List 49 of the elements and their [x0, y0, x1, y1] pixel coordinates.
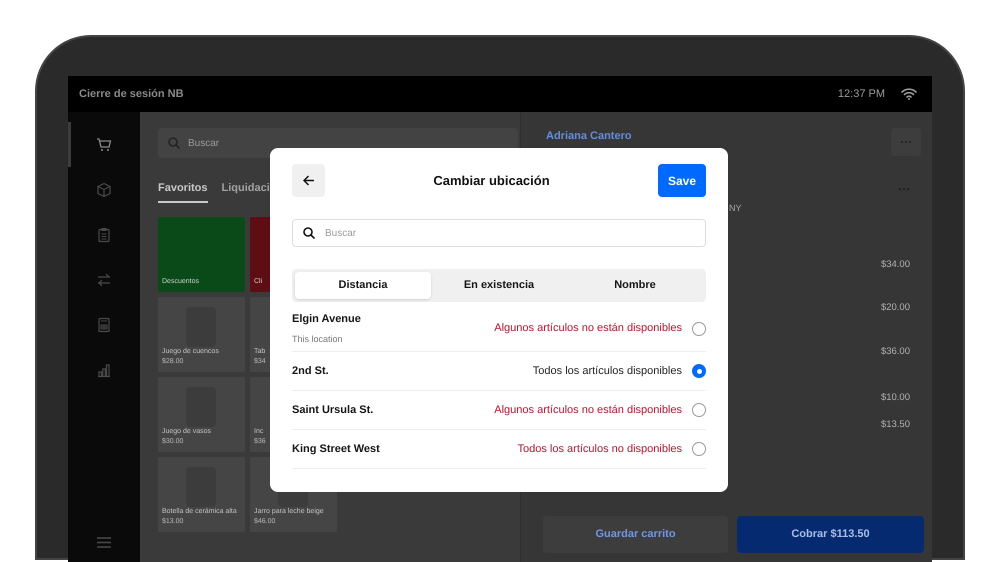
app-title: Cierre de sesión NB — [79, 86, 184, 102]
menu-icon[interactable] — [97, 537, 111, 548]
clipboard-icon — [96, 226, 112, 242]
back-button[interactable] — [292, 164, 325, 197]
dialog-title: Cambiar ubicación — [433, 172, 550, 190]
line-price: $20.00 — [880, 301, 910, 315]
availability-text: Todos los artículos no disponibles — [518, 442, 682, 457]
radio-button[interactable] — [692, 322, 706, 336]
segment-tab[interactable]: En existencia — [431, 272, 567, 299]
charge-button[interactable]: Cobrar $113.50 — [737, 516, 924, 553]
arrows-icon — [96, 272, 112, 288]
search-placeholder: Buscar — [325, 226, 356, 240]
location-name: 2nd St. — [292, 364, 329, 379]
wifi-icon — [901, 88, 917, 100]
search-icon — [168, 137, 180, 149]
location-row[interactable]: 2nd St. Todos los artículos disponibles — [292, 352, 706, 391]
segment-tab[interactable]: Distancia — [295, 272, 431, 299]
save-button[interactable]: Save — [658, 164, 706, 197]
category-tab[interactable]: Favoritos — [158, 180, 208, 202]
radio-button[interactable] — [692, 403, 706, 417]
clock-time: 12:37 PM — [838, 86, 885, 102]
location-row[interactable]: Saint Ursula St. Algunos artículos no están disponibles — [292, 391, 706, 430]
back-arrow-icon — [302, 175, 314, 186]
customer-name[interactable]: Adriana Cantero — [546, 128, 632, 144]
location-name: King Street West — [292, 442, 380, 457]
save-cart-button[interactable]: Guardar carrito — [543, 516, 728, 553]
radio-button[interactable] — [692, 364, 706, 378]
address-text: NY — [729, 202, 742, 215]
search-icon — [303, 227, 315, 239]
line-price: $34.00 — [880, 258, 910, 272]
line-price: $13.50 — [880, 418, 910, 432]
location-name: Saint Ursula St. — [292, 402, 374, 418]
calculator-icon — [96, 316, 112, 332]
line-price: $10.00 — [880, 391, 910, 405]
location-subtitle: This location — [292, 333, 344, 346]
bar-chart-icon — [96, 362, 112, 378]
segment-tab[interactable]: Nombre — [567, 272, 703, 299]
availability-text: Algunos artículos no están disponibles — [494, 321, 682, 336]
location-row[interactable]: King Street West Todos los artículos no disponibles — [292, 430, 706, 469]
availability-text: Algunos artículos no están disponibles — [494, 402, 682, 418]
availability-text: Todos los artículos disponibles — [532, 364, 682, 379]
cart-icon — [96, 136, 112, 152]
line-price: $36.00 — [880, 345, 910, 359]
location-name: Elgin Avenue — [292, 312, 361, 326]
radio-button[interactable] — [692, 442, 706, 456]
box-icon — [96, 182, 112, 198]
category-tab[interactable]: Liquidaci — [222, 180, 270, 202]
location-row[interactable]: Elgin Avenue This location Algunos artículos no están disponibles — [292, 306, 706, 352]
search-placeholder: Buscar — [188, 136, 220, 150]
